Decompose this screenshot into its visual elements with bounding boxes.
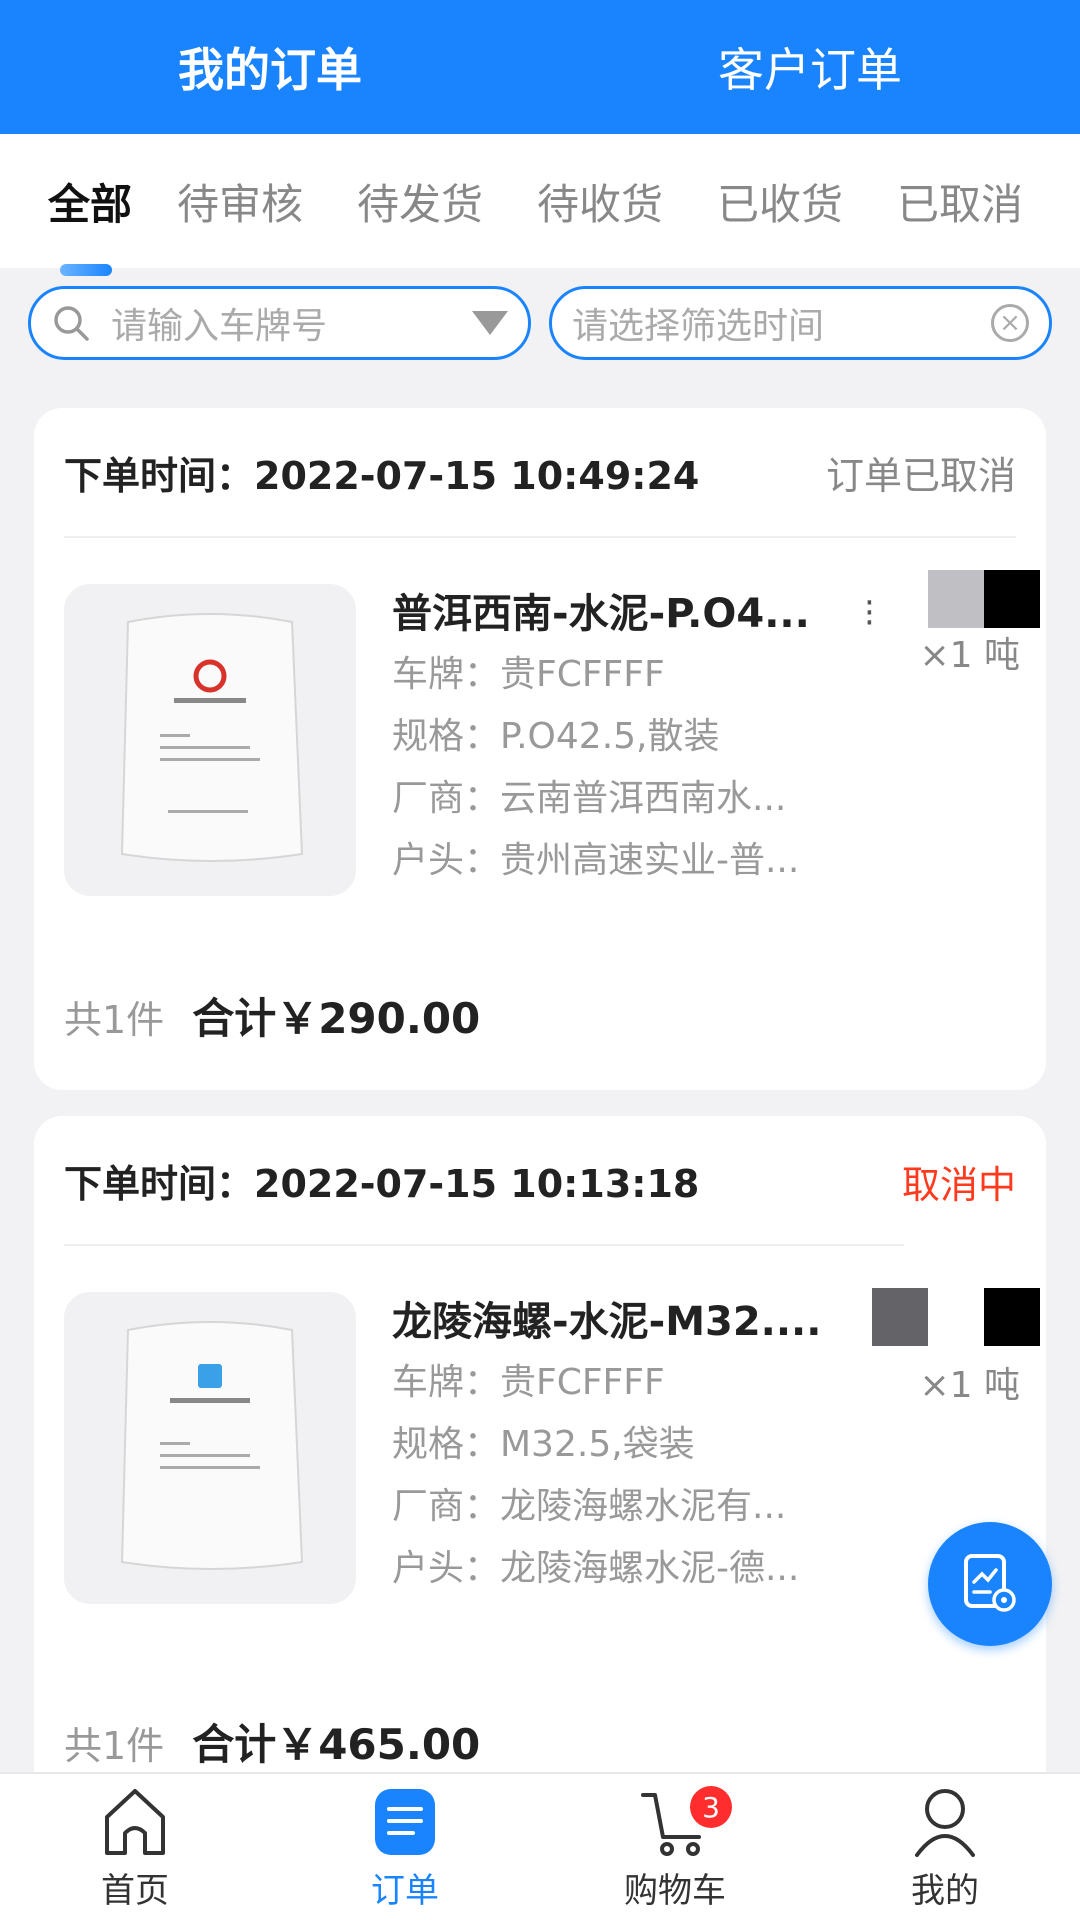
search-icon [54,306,89,341]
plate-number: 车牌：贵FCFFFF [392,1362,665,1403]
spec: 规格：P.O42.5,散装 [392,716,720,757]
order-total: 合计￥290.00 [192,994,481,1043]
order-card[interactable]: 下单时间：2022-07-15 10:49:24 订单已取消 普洱西南-水泥-P… [34,408,1046,1090]
nav-cart[interactable]: 3 购物车 [540,1774,810,1920]
order-header: 下单时间：2022-07-15 10:49:24 订单已取消 [64,408,1016,538]
nav-profile-label: 我的 [911,1871,979,1911]
bottom-nav: 首页 订单 3 购物车 我的 [0,1772,1080,1920]
time-filter-input[interactable]: 请选择筛选时间 × [549,286,1052,360]
tab-cancelled[interactable]: 已取消 [870,171,1050,232]
nav-cart-label: 购物车 [624,1871,726,1911]
plate-search-input[interactable]: 请输入车牌号 [28,286,531,360]
tab-all[interactable]: 全部 [30,171,150,276]
tab-my-orders[interactable]: 我的订单 [0,0,540,134]
order-status: 订单已取消 [825,453,1016,498]
order-header: 下单时间：2022-07-15 10:13:18 [64,1116,904,1246]
tab-pending-receipt[interactable]: 待收货 [510,171,690,232]
spec: 规格：M32.5,袋装 [392,1424,695,1465]
product-info: 龙陵海螺-水泥-M32.... 车牌：贵FCFFFF 规格：M32.5,袋装 厂… [392,1292,832,1600]
tab-pending-shipment[interactable]: 待发货 [330,171,510,232]
quantity: ×1 吨 [919,635,1020,676]
color-swatch [984,1288,1040,1346]
tab-customer-orders[interactable]: 客户订单 [540,0,1080,134]
filter-row: 请输入车牌号 请选择筛选时间 × [0,268,1080,378]
user-icon [915,1789,975,1857]
account: 户头：贵州高速实业-普... [392,840,800,881]
item-count: 共1件 [64,998,165,1042]
report-icon [964,1554,1016,1612]
item-count: 共1件 [64,1724,165,1768]
plate-number: 车牌：贵FCFFFF [392,654,665,695]
report-fab-button[interactable] [928,1522,1052,1646]
product-image[interactable] [64,1292,356,1604]
top-header: 我的订单 客户订单 [0,0,1080,134]
order-footer: 共1件 合计￥465.00 [64,1711,480,1772]
order-footer: 共1件 合计￥290.00 [64,985,480,1046]
clear-icon[interactable]: × [991,304,1029,342]
product-info: 普洱西南-水泥-P.O4... 车牌：贵FCFFFF 规格：P.O42.5,散装… [392,584,832,892]
vendor: 厂商：云南普洱西南水... [392,778,787,819]
account: 户头：龙陵海螺水泥-德... [392,1548,800,1589]
nav-profile[interactable]: 我的 [810,1774,1080,1920]
home-icon [105,1789,165,1855]
nav-home[interactable]: 首页 [0,1774,270,1920]
color-swatch [984,570,1040,628]
time-filter-placeholder: 请选择筛选时间 [572,306,825,347]
nav-home-label: 首页 [101,1871,169,1911]
dropdown-triangle-icon[interactable] [472,311,508,335]
orders-icon [375,1789,435,1855]
product-name: 龙陵海螺-水泥-M32.... [392,1299,822,1345]
plate-search-placeholder: 请输入车牌号 [111,306,328,347]
more-vertical-icon[interactable]: · · · [864,586,875,640]
tab-pending-review[interactable]: 待审核 [150,171,330,232]
order-status: 取消中 [901,1163,1016,1207]
tab-all-label: 全部 [48,179,133,229]
color-swatch [928,570,984,628]
order-time: 下单时间：2022-07-15 10:49:24 [64,453,700,498]
quantity: ×1 吨 [919,1365,1020,1406]
order-total: 合计￥465.00 [192,1720,481,1769]
status-tabs: 全部 待审核 待发货 待收货 已收货 已取消 [0,134,1080,276]
cement-bag-image [120,613,304,862]
nav-orders[interactable]: 订单 [270,1774,540,1920]
order-card[interactable]: 下单时间：2022-07-15 10:13:18 取消中 龙陵海螺-水泥-M32… [34,1116,1046,1816]
tab-received[interactable]: 已收货 [690,171,870,232]
color-swatch [872,1288,928,1346]
cart-badge: 3 [690,1786,732,1828]
product-name: 普洱西南-水泥-P.O4... [392,591,810,637]
order-time: 下单时间：2022-07-15 10:13:18 [64,1161,700,1206]
cement-bag-image [120,1321,304,1570]
product-image[interactable] [64,584,356,896]
vendor: 厂商：龙陵海螺水泥有... [392,1486,787,1527]
nav-orders-label: 订单 [371,1871,439,1911]
